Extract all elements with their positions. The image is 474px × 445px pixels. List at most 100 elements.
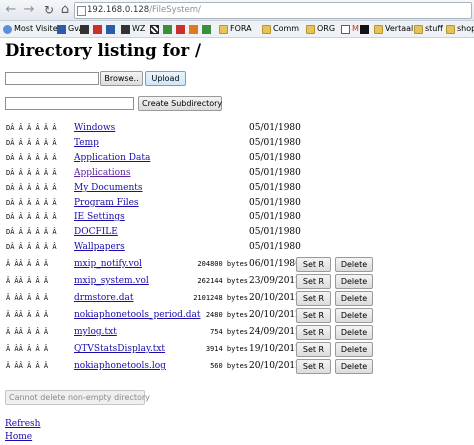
permission-flags: DÂ Â Â Â Â Â: [6, 243, 57, 251]
permission-flags: DÂ Â Â Â Â Â: [6, 169, 57, 177]
bookmark-org[interactable]: ORG: [306, 21, 335, 37]
home-link[interactable]: Home: [5, 431, 32, 443]
file-date: 20/10/2012: [249, 293, 301, 303]
file-date: 05/01/1980: [249, 168, 301, 178]
file-date: 20/10/2012: [249, 310, 301, 320]
delete-button[interactable]: Delete: [335, 291, 373, 306]
delete-button[interactable]: Delete: [335, 342, 373, 357]
bookmark-fora[interactable]: FORA: [219, 21, 252, 37]
file-size: 204800 bytes: [197, 260, 248, 268]
file-link[interactable]: Windows: [74, 122, 115, 135]
permission-flags: Â ÂÂ Â Â Â: [6, 311, 49, 319]
list-item: DÂ Â Â Â Â Â Program Files 05/01/1980: [0, 196, 474, 211]
file-link[interactable]: DOCFILE: [74, 226, 118, 239]
file-link[interactable]: Applications: [74, 167, 131, 180]
delete-button[interactable]: Delete: [335, 359, 373, 374]
bookmark-2[interactable]: [80, 21, 91, 37]
permission-flags: Â ÂÂ Â Â Â: [6, 277, 49, 285]
site-icon: [202, 24, 211, 34]
file-date: 06/01/1980: [249, 259, 301, 269]
file-date: 05/01/1980: [249, 138, 301, 148]
file-link[interactable]: Application Data: [74, 152, 150, 165]
file-link[interactable]: Temp: [74, 137, 99, 150]
site-icon: [163, 24, 172, 34]
bookmark-6[interactable]: [150, 21, 161, 37]
bookmark-gmail[interactable]: M: [341, 21, 359, 37]
upload-button[interactable]: Upload: [145, 71, 186, 86]
bookmark-8[interactable]: [176, 21, 187, 37]
list-item: Â ÂÂ Â Â Â QTVStatsDisplay.txt 3914 bytes 1…: [0, 342, 474, 357]
file-link[interactable]: QTVStatsDisplay.txt: [74, 343, 165, 356]
browse-button[interactable]: Browse..: [100, 71, 143, 86]
bookmark-vertaal[interactable]: Vertaal: [374, 21, 413, 37]
file-link[interactable]: nokiaphonetools.log: [74, 360, 166, 373]
permission-flags: Â ÂÂ Â Â Â: [6, 345, 49, 353]
site-icon: [80, 24, 89, 34]
file-link[interactable]: Wallpapers: [74, 241, 125, 254]
file-path-input[interactable]: [5, 72, 99, 85]
file-link[interactable]: IE Settings: [74, 211, 125, 224]
bookmark-shops[interactable]: shops: [446, 21, 474, 37]
bookmark-7[interactable]: [163, 21, 174, 37]
file-link[interactable]: mxip_system.vol: [74, 275, 149, 288]
bookmark-15[interactable]: [360, 21, 371, 37]
file-link[interactable]: Program Files: [74, 197, 139, 210]
list-item: DÂ Â Â Â Â Â IE Settings 05/01/1980: [0, 210, 474, 225]
permission-flags: Â ÂÂ Â Â Â: [6, 294, 49, 302]
permission-flags: DÂ Â Â Â Â Â: [6, 199, 57, 207]
file-size: 560 bytes: [210, 362, 248, 370]
navigation-toolbar: ← → ↻ ⌂ 192.168.0.128/FileSystem/: [0, 0, 474, 21]
bookmark-9[interactable]: [189, 21, 200, 37]
set-readonly-button[interactable]: Set R: [296, 274, 331, 289]
site-icon: [189, 24, 198, 34]
set-readonly-button[interactable]: Set R: [296, 325, 331, 340]
set-readonly-button[interactable]: Set R: [296, 359, 331, 374]
set-readonly-button[interactable]: Set R: [296, 257, 331, 272]
bookmark-stuff[interactable]: stuff: [414, 21, 443, 37]
list-item: DÂ Â Â Â Â Â My Documents 05/01/1980: [0, 181, 474, 196]
file-link[interactable]: mxip_notify.vol: [74, 258, 142, 271]
home-icon[interactable]: ⌂: [57, 2, 73, 18]
file-size: 2480 bytes: [205, 311, 248, 319]
delete-button[interactable]: Delete: [335, 257, 373, 272]
file-link[interactable]: My Documents: [74, 182, 143, 195]
file-link[interactable]: nokiaphonetools_period.dat: [74, 309, 201, 322]
set-readonly-button[interactable]: Set R: [296, 291, 331, 306]
bookmark-3[interactable]: [93, 21, 104, 37]
delete-button[interactable]: Delete: [335, 308, 373, 323]
page-icon: [77, 6, 86, 16]
permission-flags: Â ÂÂ Â Â Â: [6, 328, 49, 336]
file-link[interactable]: mylog.txt: [74, 326, 117, 339]
set-readonly-button[interactable]: Set R: [296, 342, 331, 357]
delete-button[interactable]: Delete: [335, 325, 373, 340]
create-subdirectory-button[interactable]: Create Subdirectory: [138, 96, 222, 111]
bookmark-most-visited[interactable]: Most Visited: [3, 21, 63, 37]
delete-button[interactable]: Delete: [335, 274, 373, 289]
file-date: 05/01/1980: [249, 227, 301, 237]
file-link[interactable]: drmstore.dat: [74, 292, 133, 305]
file-date: 05/01/1980: [249, 242, 301, 252]
bookmark-wz[interactable]: WZ: [121, 21, 145, 37]
reload-icon[interactable]: ↻: [41, 2, 57, 18]
refresh-link[interactable]: Refresh: [5, 418, 40, 430]
cannot-delete-button[interactable]: Cannot delete non-empty directory: [5, 390, 150, 405]
bookmark-10[interactable]: [202, 21, 213, 37]
site-icon: [57, 24, 66, 34]
list-item: Â ÂÂ Â Â Â mylog.txt 754 bytes 24/09/2012 Se…: [0, 325, 474, 340]
forward-arrow-icon[interactable]: →: [21, 2, 37, 18]
permission-flags: DÂ Â Â Â Â Â: [6, 154, 57, 162]
set-readonly-button[interactable]: Set R: [296, 308, 331, 323]
back-arrow-icon[interactable]: ←: [3, 2, 19, 18]
list-item: DÂ Â Â Â Â Â DOCFILE 05/01/1980: [0, 225, 474, 240]
site-icon: [150, 24, 159, 34]
folder-icon: [374, 24, 383, 34]
site-icon: [121, 24, 130, 34]
site-icon: [106, 24, 115, 34]
file-size: 2101248 bytes: [193, 294, 248, 302]
address-bar[interactable]: 192.168.0.128/FileSystem/: [74, 2, 472, 19]
subdirectory-name-input[interactable]: [5, 97, 134, 110]
folder-icon: [446, 24, 455, 34]
bookmark-comm[interactable]: Comm: [262, 21, 299, 37]
folder-icon: [262, 24, 271, 34]
bookmark-4[interactable]: [106, 21, 117, 37]
